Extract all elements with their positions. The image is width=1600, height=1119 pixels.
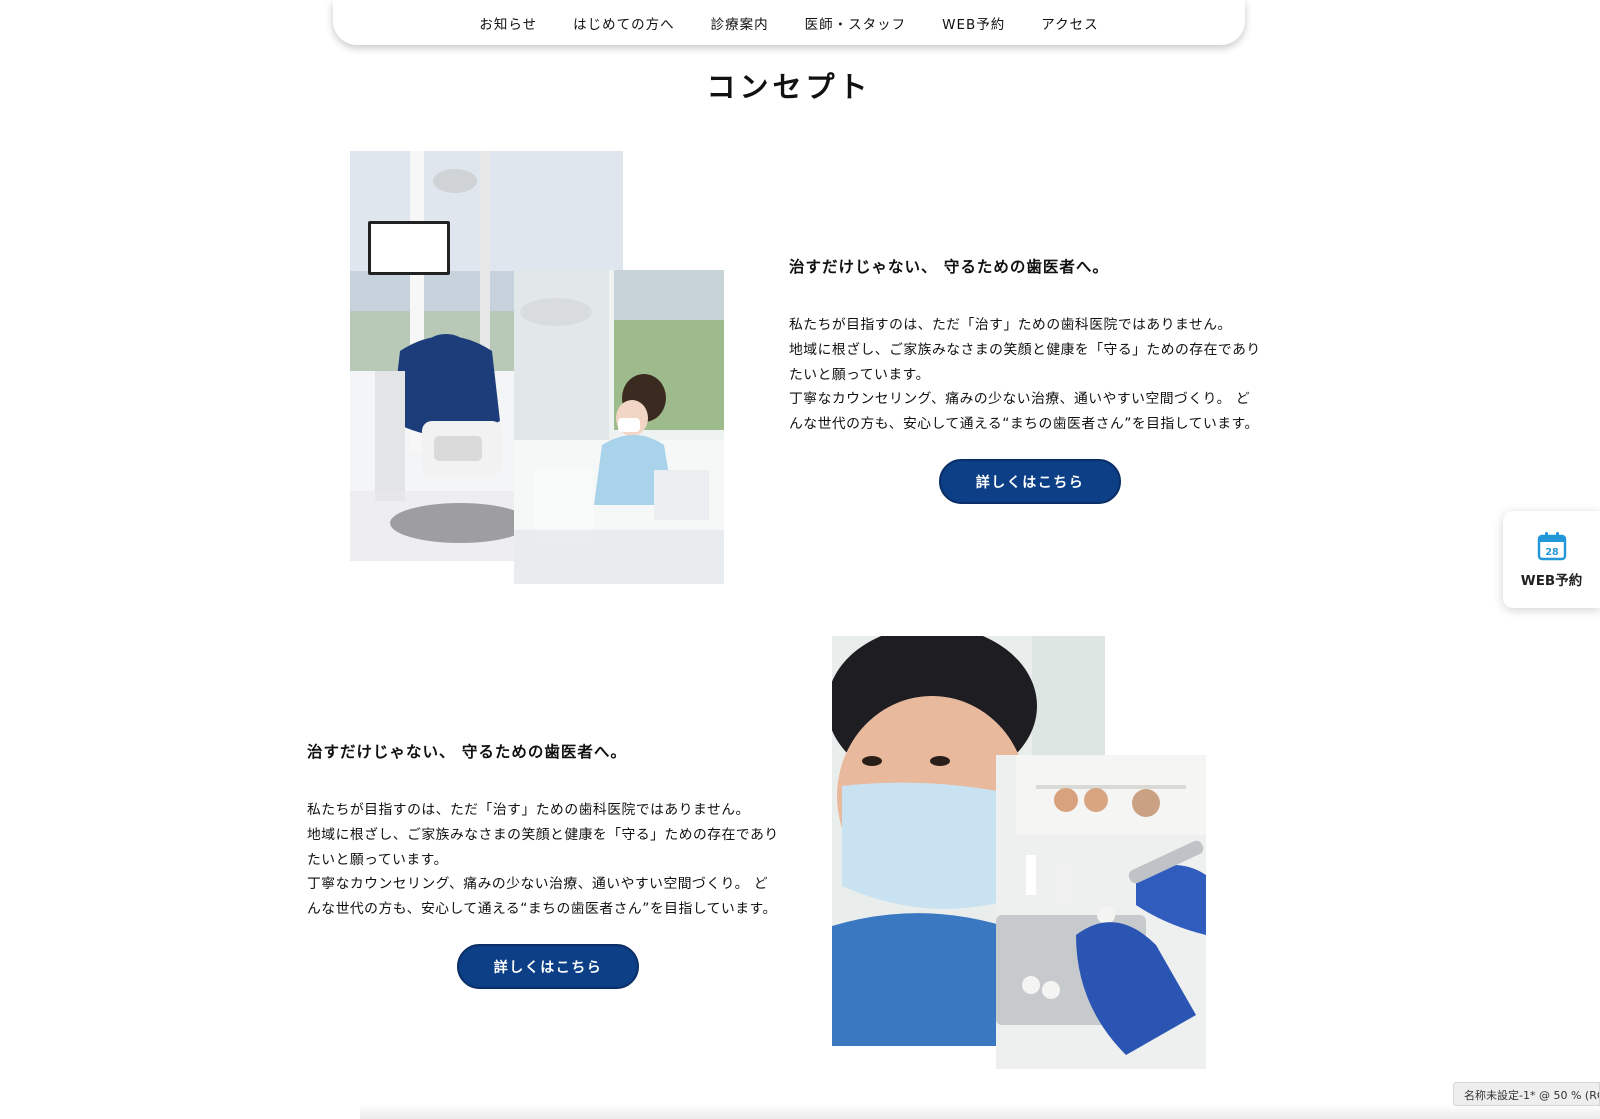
calendar-icon: 28 bbox=[1537, 531, 1566, 560]
svg-text:28: 28 bbox=[1545, 547, 1559, 558]
details-button-2[interactable]: 詳しくはこちら bbox=[457, 944, 639, 989]
paragraph-line: んな世代の方も、安心して通える“まちの歯医者さん”を目指しています。 bbox=[307, 901, 777, 918]
paragraph-line: たいと願っています。 bbox=[307, 851, 448, 868]
concept-paragraph: 私たちが目指すのは、ただ「治す」ための歯科医院ではありません。 地域に根ざし、ご… bbox=[789, 313, 1274, 437]
floating-web-reservation-button[interactable]: 28 WEB予約 bbox=[1503, 511, 1600, 608]
paragraph-line: 私たちが目指すのは、ただ「治す」ための歯科医院ではありません。 bbox=[307, 802, 750, 818]
page: お知らせ はじめての方へ 診療案内 医師・スタッフ WEB予約 アクセス コンセ… bbox=[0, 0, 1600, 1119]
nav-item-staff[interactable]: 医師・スタッフ bbox=[805, 13, 907, 33]
concept-paragraph: 私たちが目指すのは、ただ「治す」ための歯科医院ではありません。 地域に根ざし、ご… bbox=[307, 798, 792, 922]
nav-item-web-reservation[interactable]: WEB予約 bbox=[942, 13, 1005, 33]
paragraph-line: たいと願っています。 bbox=[789, 366, 930, 383]
dental-lab-hands-photo bbox=[996, 755, 1206, 1069]
dental-hygienist-photo bbox=[514, 270, 724, 584]
floating-web-reservation-label: WEB予約 bbox=[1520, 572, 1583, 589]
paragraph-line: んな世代の方も、安心して通える“まちの歯医者さん”を目指しています。 bbox=[789, 416, 1259, 433]
paragraph-line: 丁寧なカウンセリング、痛みの少ない治療、通いやすい空間づくり。 ど bbox=[789, 391, 1251, 408]
concept-text-block-1: 治すだけじゃない、 守るための歯医者へ。 私たちが目指すのは、ただ「治す」ための… bbox=[789, 255, 1274, 437]
paragraph-line: 地域に根ざし、ご家族みなさまの笑顔と健康を「守る」ための存在であり bbox=[307, 826, 779, 843]
bottom-shadow bbox=[360, 1104, 1600, 1119]
concept-heading: 治すだけじゃない、 守るための歯医者へ。 bbox=[307, 743, 627, 761]
paragraph-line: 私たちが目指すのは、ただ「治す」ための歯科医院ではありません。 bbox=[789, 317, 1232, 333]
concept-text-block-2: 治すだけじゃない、 守るための歯医者へ。 私たちが目指すのは、ただ「治す」ための… bbox=[307, 740, 792, 922]
document-status-chip: 名称未設定-1* @ 50 % (RGB bbox=[1453, 1082, 1600, 1106]
nav-item-treatment[interactable]: 診療案内 bbox=[711, 13, 769, 33]
details-button-1[interactable]: 詳しくはこちら bbox=[939, 459, 1121, 504]
nav-item-access[interactable]: アクセス bbox=[1041, 13, 1098, 33]
global-nav: お知らせ はじめての方へ 診療案内 医師・スタッフ WEB予約 アクセス bbox=[333, 0, 1245, 45]
section-title: コンセプト bbox=[706, 70, 872, 104]
nav-item-first-visit[interactable]: はじめての方へ bbox=[573, 13, 675, 33]
paragraph-line: 地域に根ざし、ご家族みなさまの笑顔と健康を「守る」ための存在であり bbox=[789, 341, 1261, 358]
nav-item-news[interactable]: お知らせ bbox=[479, 13, 537, 33]
paragraph-line: 丁寧なカウンセリング、痛みの少ない治療、通いやすい空間づくり。 ど bbox=[307, 876, 769, 893]
concept-heading: 治すだけじゃない、 守るための歯医者へ。 bbox=[789, 258, 1109, 276]
